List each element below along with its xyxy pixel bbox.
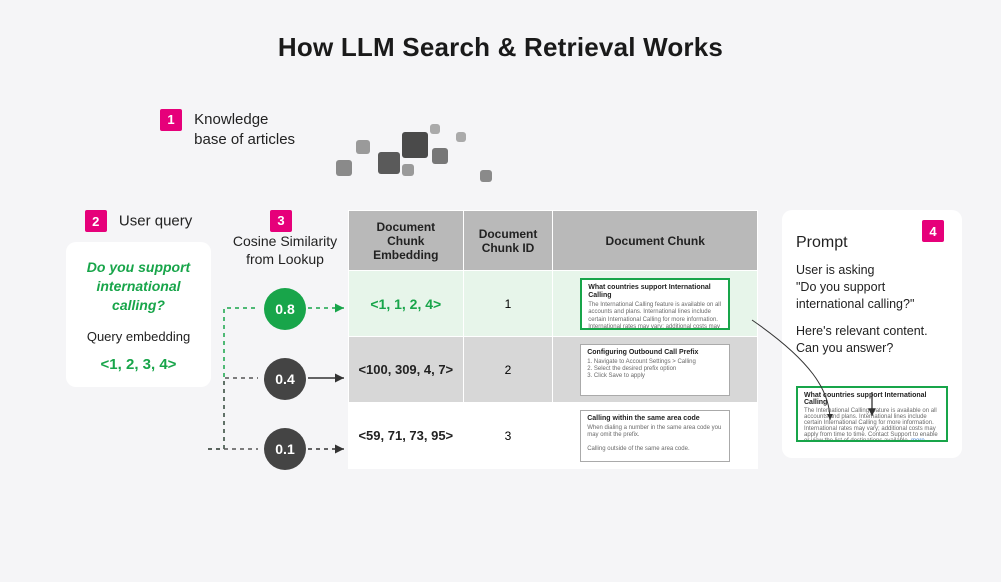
col-embedding: Document Chunk Embedding — [349, 211, 464, 271]
similarity-score-1: 0.8 — [264, 288, 306, 330]
kb-square-icon — [430, 124, 440, 134]
table-row: <1, 1, 2, 4> 1 What countries support In… — [349, 271, 758, 337]
badge-4-icon: 4 — [922, 220, 944, 242]
kb-square-icon — [402, 164, 414, 176]
kb-square-icon — [336, 160, 352, 176]
doc-thumb-2: Configuring Outbound Call Prefix 1. Navi… — [580, 344, 730, 396]
badge-3-icon: 3 — [270, 210, 292, 232]
step-1-label: 1 Knowledge base of articles — [160, 110, 295, 151]
row1-id: 1 — [463, 271, 553, 337]
row2-embedding: <100, 309, 4, 7> — [358, 362, 453, 377]
kb-line2: base of articles — [194, 131, 295, 148]
kb-square-icon — [480, 170, 492, 182]
kb-square-icon — [432, 148, 448, 164]
doc3-title: Calling within the same area code — [587, 415, 723, 423]
cosine-line1: Cosine Similarity — [233, 233, 337, 249]
kb-square-icon — [402, 132, 428, 158]
page-title: How LLM Search & Retrieval Works — [0, 32, 1001, 63]
kb-square-icon — [378, 152, 400, 174]
doc1-title: What countries support International Cal… — [588, 284, 722, 301]
doc2-title: Configuring Outbound Call Prefix — [587, 349, 723, 357]
col-chunk: Document Chunk — [553, 211, 758, 271]
doc-thumb-1: What countries support International Cal… — [580, 278, 730, 330]
kb-square-icon — [456, 132, 466, 142]
user-query-block: 2 User query Do you support internationa… — [66, 210, 211, 387]
row2-id: 2 — [463, 337, 553, 403]
doc-filler: The International Calling feature is ava… — [804, 408, 938, 442]
user-query-label: User query — [119, 213, 192, 230]
similarity-score-2: 0.4 — [264, 358, 306, 400]
prompt-block: 4 Prompt User is asking "Do you support … — [782, 210, 962, 458]
kb-square-icon — [356, 140, 370, 154]
prompt-doc-title: What countries support International Cal… — [804, 392, 940, 406]
document-chunk-table: Document Chunk Embedding Document Chunk … — [348, 210, 758, 469]
doc-thumb-3: Calling within the same area code When d… — [580, 410, 730, 462]
row1-embedding: <1, 1, 2, 4> — [370, 296, 441, 312]
prompt-line3: Here's relevant content. Can you answer? — [796, 324, 928, 355]
query-embedding-value: <1, 2, 3, 4> — [76, 356, 201, 373]
user-query-text: Do you support international calling? — [76, 258, 201, 315]
kb-line1: Knowledge — [194, 111, 268, 128]
prompt-doc-thumb: What countries support International Cal… — [796, 386, 948, 442]
row3-id: 3 — [463, 403, 553, 469]
cosine-similarity-block: 3 Cosine Similarity from Lookup 0.8 0.4 … — [225, 210, 345, 470]
table-row: <100, 309, 4, 7> 2 Configuring Outbound … — [349, 337, 758, 403]
doc-filler: The International Calling feature is ava… — [588, 302, 722, 329]
cosine-line2: from Lookup — [246, 251, 324, 267]
similarity-score-3: 0.1 — [264, 428, 306, 470]
col-id: Document Chunk ID — [463, 211, 553, 271]
badge-1-icon: 1 — [160, 109, 182, 131]
badge-2-icon: 2 — [85, 210, 107, 232]
prompt-line2: "Do you support international calling?" — [796, 280, 914, 311]
user-query-card: Do you support international calling? Qu… — [66, 242, 211, 387]
row3-embedding: <59, 71, 73, 95> — [358, 428, 453, 443]
table-row: <59, 71, 73, 95> 3 Calling within the sa… — [349, 403, 758, 469]
query-embedding-label: Query embedding — [76, 329, 201, 344]
prompt-line1: User is asking — [796, 263, 875, 277]
